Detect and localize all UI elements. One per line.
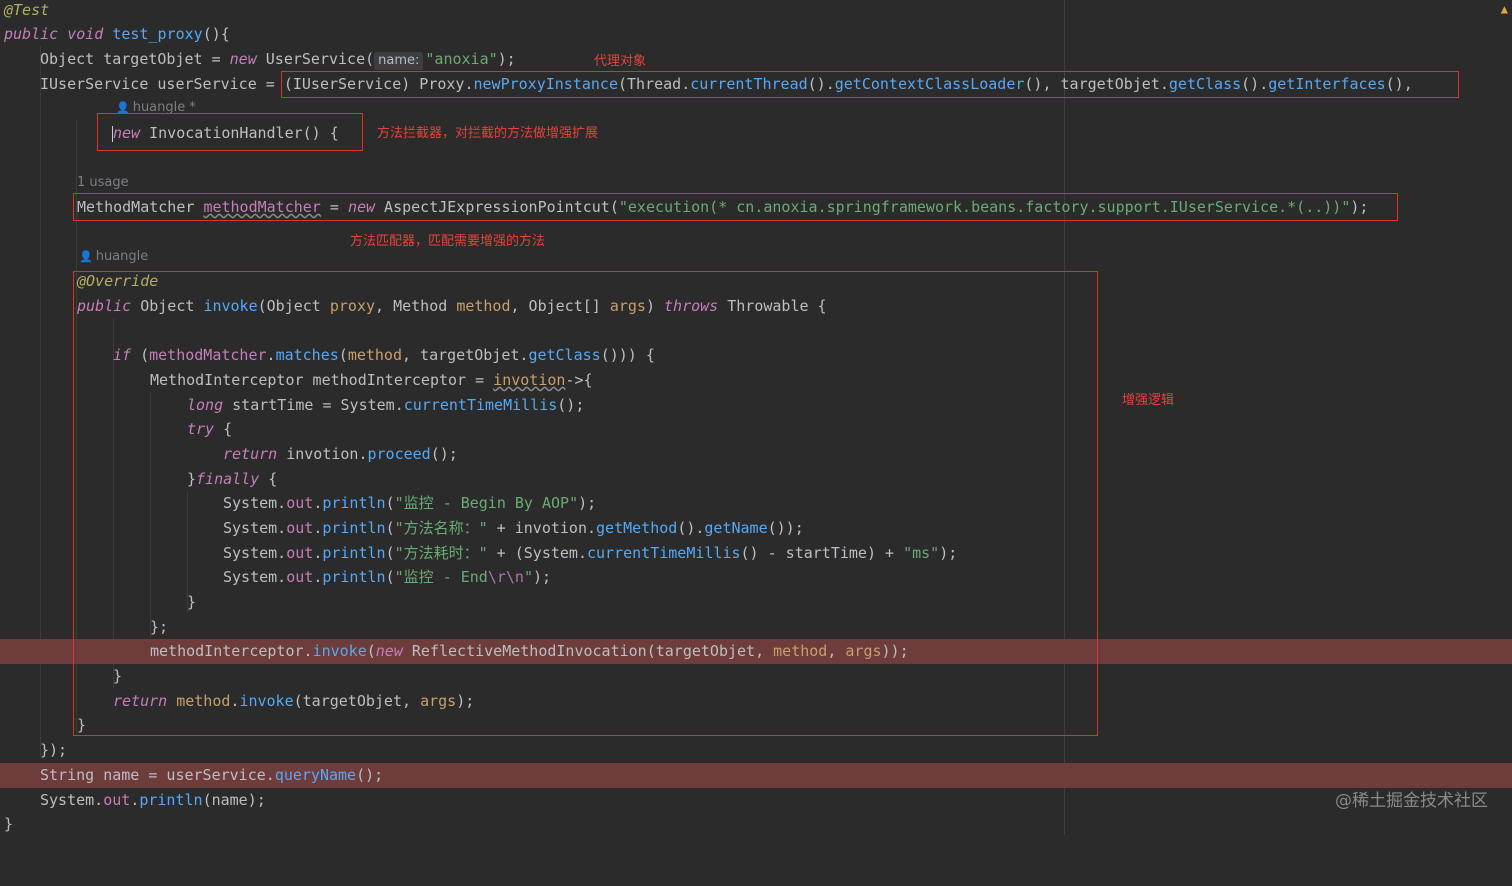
method-call: println xyxy=(139,791,203,809)
code-token: (); xyxy=(356,766,384,784)
author-hint[interactable]: 👤 huangle xyxy=(79,249,148,264)
code-line-highlighted: String name = userService.queryName(); xyxy=(0,763,1512,788)
code-editor[interactable]: ▲ @Test public void test_proxy(){ Object… xyxy=(0,0,1512,835)
code-token: UserService( xyxy=(256,50,375,68)
enhance-logic-note: 增强逻辑 xyxy=(1122,393,1175,408)
field-name: out xyxy=(103,791,131,809)
code-token: } xyxy=(4,815,14,833)
code-line: Object targetObjet = new UserService(nam… xyxy=(0,47,1512,72)
code-token: (name); xyxy=(202,791,266,809)
proxy-instance-box xyxy=(281,71,1459,98)
keyword: new xyxy=(229,50,257,68)
annotation-test: @Test xyxy=(4,1,50,19)
code-line: } xyxy=(0,812,1512,837)
method-matcher-box xyxy=(73,193,1398,221)
person-icon: 👤 xyxy=(79,250,93,263)
code-token: ); xyxy=(497,50,516,68)
code-token: IUserService userService = xyxy=(40,75,284,93)
interceptor-note: 方法拦截器，对拦截的方法做增强扩展 xyxy=(377,126,599,141)
code-line: System.out.println(name); xyxy=(0,788,1512,813)
usage-hint[interactable]: 1 usage xyxy=(77,175,129,190)
code-token: String name = userService. xyxy=(40,766,275,784)
author-name: huangle xyxy=(95,249,149,264)
string-literal: "anoxia" xyxy=(425,50,498,68)
code-line: }); xyxy=(0,738,1512,763)
matcher-note: 方法匹配器，匹配需要增强的方法 xyxy=(350,234,546,249)
method-name: test_proxy xyxy=(112,25,203,43)
code-line: public void test_proxy(){ xyxy=(0,22,1512,47)
code-token: System. xyxy=(40,791,104,809)
watermark: @稀土掘金技术社区 xyxy=(1335,791,1488,811)
invocation-handler-box xyxy=(97,113,363,151)
method-call: queryName xyxy=(274,766,357,784)
code-token: Object targetObjet = xyxy=(40,50,230,68)
code-token: (){ xyxy=(202,25,230,43)
invoke-method-box xyxy=(73,271,1098,736)
proxy-object-note: 代理对象 xyxy=(594,54,647,69)
parameter-hint: name: xyxy=(374,52,424,70)
code-token: }); xyxy=(40,741,68,759)
code-line: @Test xyxy=(0,0,1512,23)
keyword: public void xyxy=(4,25,113,43)
code-token: . xyxy=(130,791,140,809)
